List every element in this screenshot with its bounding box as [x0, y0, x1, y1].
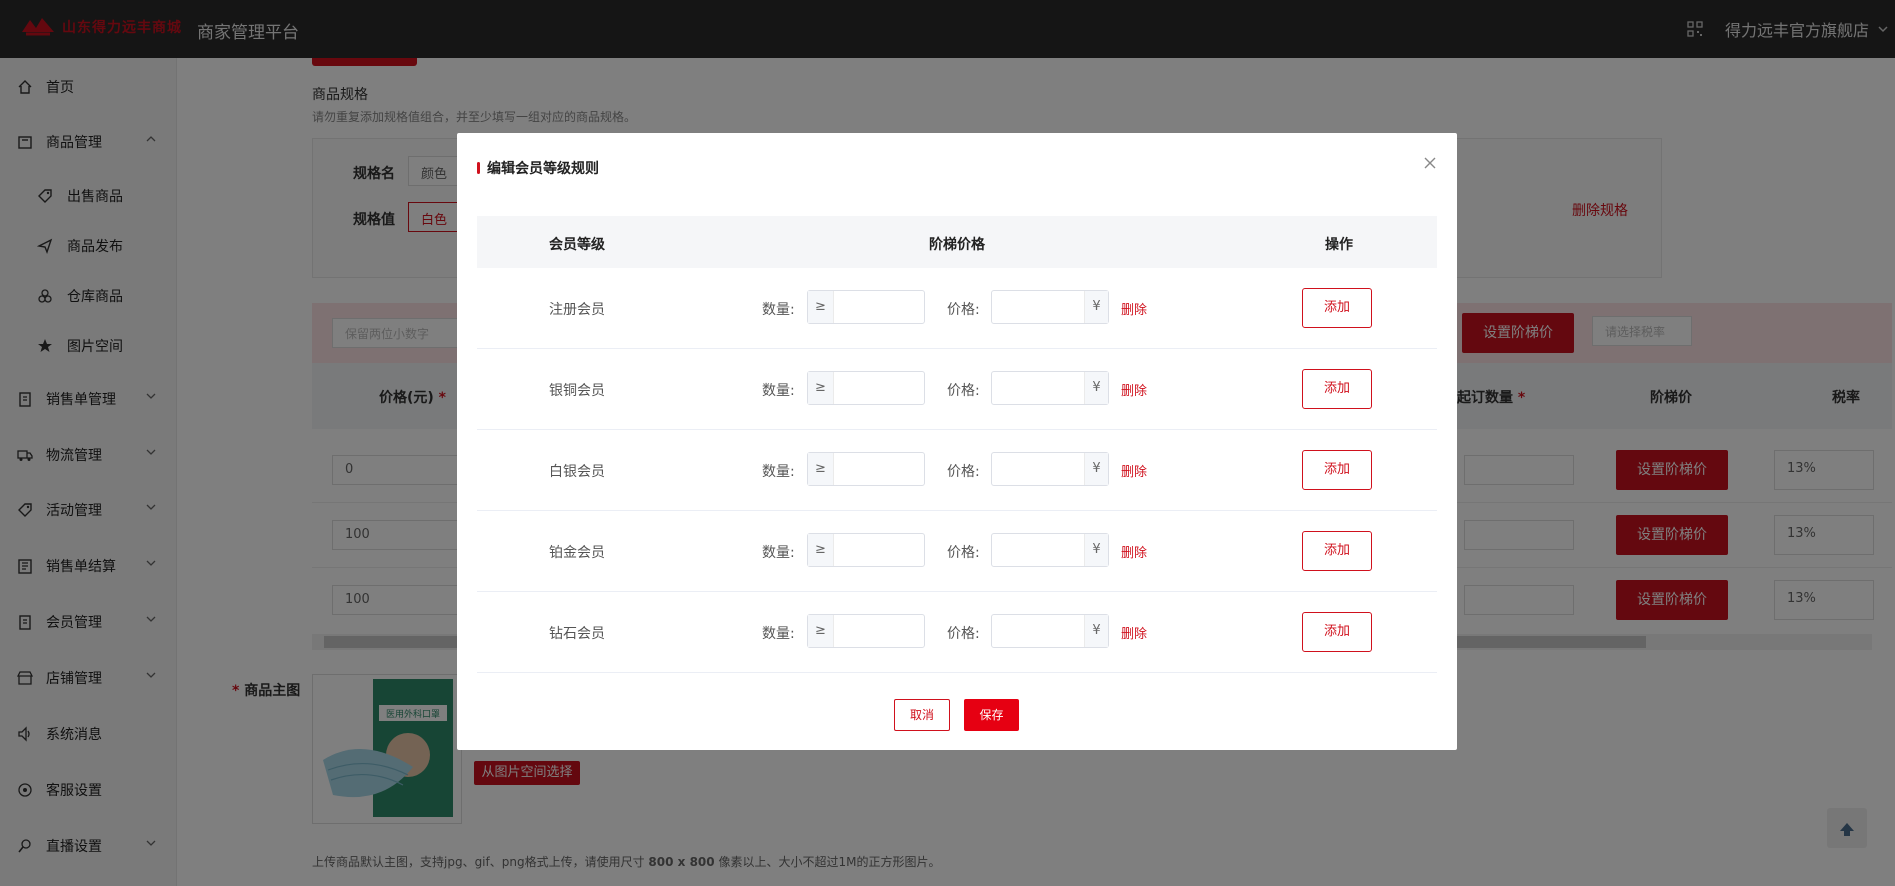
qty-input[interactable] [835, 534, 923, 566]
price-input[interactable] [992, 453, 1082, 485]
title-accent-bar [477, 162, 480, 174]
delete-link[interactable]: 删除 [1121, 542, 1147, 561]
qty-input[interactable] [835, 615, 923, 647]
rule-table-header: 会员等级 阶梯价格 操作 [477, 216, 1437, 268]
dialog-title: 编辑会员等级规则 [487, 161, 599, 177]
member-level-name: 钻石会员 [549, 626, 605, 642]
add-button[interactable]: 添加 [1302, 450, 1372, 490]
price-label: 价格: [947, 626, 980, 642]
member-level-rule-dialog: 编辑会员等级规则 会员等级 阶梯价格 操作 注册会员 数量: ≥ 价格: ¥ 删… [457, 133, 1457, 750]
delete-link[interactable]: 删除 [1121, 461, 1147, 480]
delete-link[interactable]: 删除 [1121, 623, 1147, 642]
qty-field: ≥ [807, 614, 925, 648]
add-button[interactable]: 添加 [1302, 612, 1372, 652]
price-field: ¥ [991, 452, 1109, 486]
gte-prefix: ≥ [808, 291, 834, 323]
add-button[interactable]: 添加 [1302, 531, 1372, 571]
add-button[interactable]: 添加 [1302, 288, 1372, 328]
qty-input[interactable] [835, 453, 923, 485]
price-input[interactable] [992, 615, 1082, 647]
price-field: ¥ [991, 533, 1109, 567]
price-field: ¥ [991, 614, 1109, 648]
qty-label: 数量: [762, 383, 795, 399]
yuan-suffix: ¥ [1084, 453, 1108, 485]
gte-prefix: ≥ [808, 453, 834, 485]
member-level-name: 注册会员 [549, 302, 605, 318]
gte-prefix: ≥ [808, 615, 834, 647]
table-row: 注册会员 数量: ≥ 价格: ¥ 删除 添加 [477, 268, 1437, 349]
qty-field: ≥ [807, 452, 925, 486]
save-button[interactable]: 保存 [964, 699, 1019, 731]
member-level-name: 铂金会员 [549, 545, 605, 561]
dialog-header: 编辑会员等级规则 [477, 158, 599, 178]
member-level-name: 白银会员 [549, 464, 605, 480]
qty-field: ≥ [807, 371, 925, 405]
col-tier-price: 阶梯价格 [929, 237, 985, 253]
price-field: ¥ [991, 371, 1109, 405]
qty-input[interactable] [835, 372, 923, 404]
delete-link[interactable]: 删除 [1121, 380, 1147, 399]
price-label: 价格: [947, 302, 980, 318]
qty-label: 数量: [762, 626, 795, 642]
yuan-suffix: ¥ [1084, 372, 1108, 404]
col-member-level: 会员等级 [549, 237, 605, 253]
table-row: 银铜会员 数量: ≥ 价格: ¥ 删除 添加 [477, 349, 1437, 430]
table-row: 铂金会员 数量: ≥ 价格: ¥ 删除 添加 [477, 511, 1437, 592]
add-button[interactable]: 添加 [1302, 369, 1372, 409]
qty-label: 数量: [762, 464, 795, 480]
qty-label: 数量: [762, 545, 795, 561]
yuan-suffix: ¥ [1084, 534, 1108, 566]
price-input[interactable] [992, 372, 1082, 404]
price-field: ¥ [991, 290, 1109, 324]
cancel-button[interactable]: 取消 [894, 699, 950, 731]
qty-input[interactable] [835, 291, 923, 323]
qty-field: ≥ [807, 533, 925, 567]
close-icon[interactable] [1422, 155, 1438, 171]
price-label: 价格: [947, 464, 980, 480]
qty-field: ≥ [807, 290, 925, 324]
price-input[interactable] [992, 534, 1082, 566]
price-label: 价格: [947, 383, 980, 399]
yuan-suffix: ¥ [1084, 291, 1108, 323]
table-row: 钻石会员 数量: ≥ 价格: ¥ 删除 添加 [477, 592, 1437, 673]
member-level-name: 银铜会员 [549, 383, 605, 399]
yuan-suffix: ¥ [1084, 615, 1108, 647]
col-action: 操作 [1325, 237, 1353, 253]
delete-link[interactable]: 删除 [1121, 299, 1147, 318]
table-row: 白银会员 数量: ≥ 价格: ¥ 删除 添加 [477, 430, 1437, 511]
gte-prefix: ≥ [808, 372, 834, 404]
price-label: 价格: [947, 545, 980, 561]
gte-prefix: ≥ [808, 534, 834, 566]
price-input[interactable] [992, 291, 1082, 323]
qty-label: 数量: [762, 302, 795, 318]
